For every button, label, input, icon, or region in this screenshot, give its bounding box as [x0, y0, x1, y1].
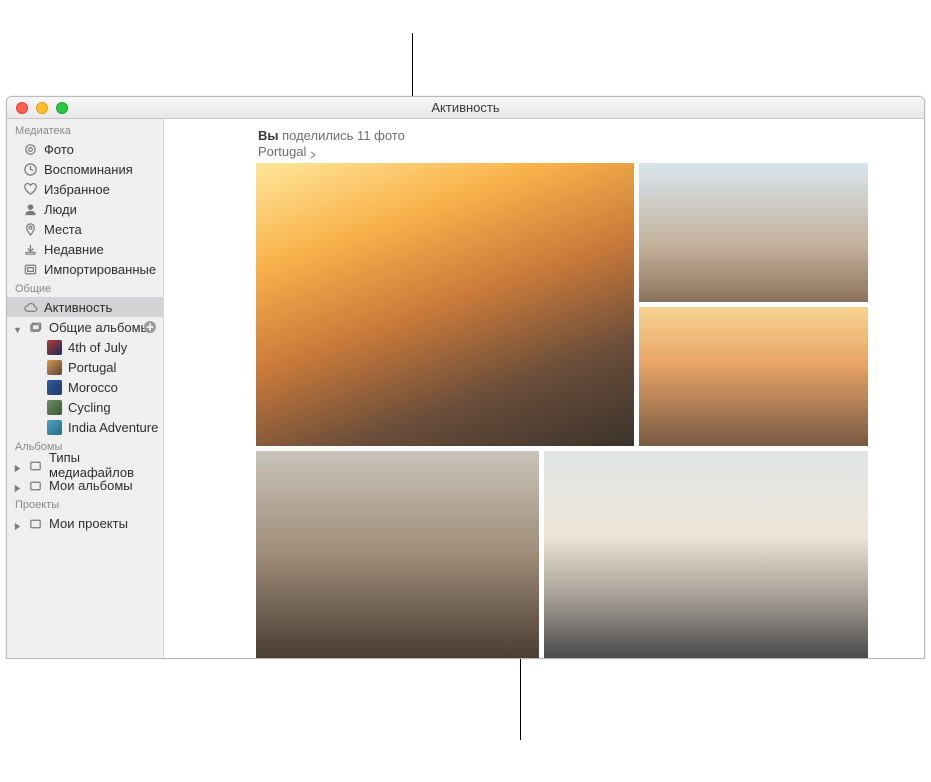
folder-icon: [28, 458, 43, 473]
chevron-right-icon: [309, 147, 319, 157]
shared-albums-list: 4th of July Portugal Morocco Cycling: [7, 337, 163, 437]
disclosure-triangle-icon[interactable]: [13, 519, 22, 528]
sidebar-item-favorites[interactable]: Избранное: [7, 179, 163, 199]
sidebar-item-label: Общие альбомы: [49, 320, 150, 335]
sidebar-item-label: Portugal: [68, 360, 116, 375]
clock-icon: [23, 162, 38, 177]
sidebar-item-shared-album[interactable]: India Adventure: [7, 417, 163, 437]
sidebar-header-shared: Общие: [7, 279, 163, 297]
photo-grid-bottom: [256, 451, 868, 658]
disclosure-triangle-icon[interactable]: [13, 461, 22, 470]
sidebar-header-projects: Проекты: [7, 495, 163, 513]
folder-icon: [28, 516, 43, 531]
sidebar-item-label: Активность: [44, 300, 112, 315]
disclosure-triangle-icon[interactable]: [13, 481, 22, 490]
album-link-label: Portugal: [258, 144, 306, 160]
sidebar-item-label: Фото: [44, 142, 74, 157]
album-link[interactable]: Portugal: [258, 144, 924, 160]
headline-author: Вы: [258, 128, 279, 143]
titlebar[interactable]: Активность: [7, 97, 924, 119]
cloud-icon: [23, 300, 38, 315]
sidebar-item-activity[interactable]: Активность: [7, 297, 163, 317]
pin-icon: [23, 222, 38, 237]
activity-headline: Вы поделились 11 фото Portugal: [164, 119, 924, 166]
sidebar-item-label: Воспоминания: [44, 162, 133, 177]
sidebar-item-photos[interactable]: Фото: [7, 139, 163, 159]
disclosure-triangle-icon[interactable]: [13, 323, 22, 332]
heart-icon: [23, 182, 38, 197]
photo-grid-top: [256, 163, 868, 446]
folder-icon: [28, 478, 43, 493]
album-thumbnail: [47, 420, 62, 435]
photo-thumbnail[interactable]: [256, 163, 634, 446]
sidebar-item-label: 4th of July: [68, 340, 127, 355]
sidebar-item-media-types[interactable]: Типы медиафайлов: [7, 455, 163, 475]
sidebar-item-label: Morocco: [68, 380, 118, 395]
close-button[interactable]: [16, 102, 28, 114]
sidebar-item-people[interactable]: Люди: [7, 199, 163, 219]
sidebar-item-shared-album[interactable]: 4th of July: [7, 337, 163, 357]
imports-icon: [23, 262, 38, 277]
sidebar-item-label: Cycling: [68, 400, 111, 415]
sidebar-item-shared-album[interactable]: Morocco: [7, 377, 163, 397]
sidebar-item-label: Мои проекты: [49, 516, 128, 531]
sidebar-item-my-albums[interactable]: Мои альбомы: [7, 475, 163, 495]
photo-thumbnail[interactable]: [639, 163, 868, 302]
sidebar-item-my-projects[interactable]: Мои проекты: [7, 513, 163, 533]
sidebar-header-library: Медиатека: [7, 121, 163, 139]
album-thumbnail: [47, 380, 62, 395]
sidebar-item-label: India Adventure: [68, 420, 158, 435]
sidebar-item-shared-album[interactable]: Portugal: [7, 357, 163, 377]
download-icon: [23, 242, 38, 257]
sidebar-item-places[interactable]: Места: [7, 219, 163, 239]
photo-thumbnail[interactable]: [544, 451, 868, 658]
photo-thumbnail[interactable]: [639, 307, 868, 446]
sidebar: Медиатека Фото Воспоминания: [7, 119, 164, 658]
album-stack-icon: [28, 320, 43, 335]
sidebar-item-recents[interactable]: Недавние: [7, 239, 163, 259]
photos-icon: [23, 142, 38, 157]
album-thumbnail: [47, 360, 62, 375]
sidebar-item-label: Импортированные: [44, 262, 156, 277]
window-controls: [7, 102, 68, 114]
window-title: Активность: [7, 100, 924, 115]
album-thumbnail: [47, 400, 62, 415]
sidebar-item-shared-album[interactable]: Cycling: [7, 397, 163, 417]
fullscreen-button[interactable]: [56, 102, 68, 114]
headline-text: поделились 11 фото: [279, 128, 405, 143]
sidebar-item-label: Избранное: [44, 182, 110, 197]
sidebar-item-shared-albums[interactable]: Общие альбомы: [7, 317, 163, 337]
sidebar-item-label: Люди: [44, 202, 77, 217]
sidebar-item-memories[interactable]: Воспоминания: [7, 159, 163, 179]
sidebar-item-label: Недавние: [44, 242, 104, 257]
album-thumbnail: [47, 340, 62, 355]
sidebar-item-label: Места: [44, 222, 82, 237]
minimize-button[interactable]: [36, 102, 48, 114]
sidebar-item-imported[interactable]: Импортированные: [7, 259, 163, 279]
add-album-button[interactable]: [143, 320, 157, 334]
sidebar-item-label: Мои альбомы: [49, 478, 133, 493]
person-icon: [23, 202, 38, 217]
photo-thumbnail[interactable]: [256, 451, 539, 658]
